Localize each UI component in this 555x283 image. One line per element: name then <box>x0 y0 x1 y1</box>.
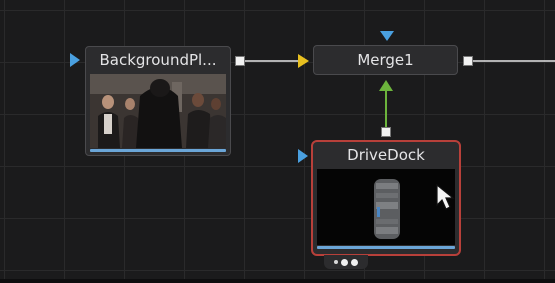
background-output-port[interactable] <box>235 56 245 66</box>
node-drivedock-thumbnail <box>317 169 455 245</box>
node-background-status-stripe <box>90 149 226 152</box>
node-background-title: BackgroundPl... <box>99 51 217 69</box>
node-merge-title: Merge1 <box>357 51 414 69</box>
merge-foreground-input-arrow[interactable] <box>379 80 393 91</box>
node-drivedock-status-stripe <box>317 246 455 249</box>
node-connections <box>245 60 555 127</box>
merge-effect-input-arrow[interactable] <box>380 31 394 41</box>
mouse-pointer-icon <box>436 183 455 210</box>
node-drivedock[interactable]: DriveDock <box>311 140 461 256</box>
node-merge[interactable]: Merge1 <box>313 45 458 75</box>
node-background[interactable]: BackgroundPl... <box>85 46 231 156</box>
background-input-arrow[interactable] <box>70 53 80 67</box>
view-dot-1[interactable] <box>334 260 338 264</box>
node-drivedock-title: DriveDock <box>347 146 425 164</box>
merge-background-input-arrow[interactable] <box>298 54 309 68</box>
drivedock-input-arrow[interactable] <box>298 149 308 163</box>
thumbnail-people-image <box>90 74 226 148</box>
merge-output-port[interactable] <box>463 56 473 66</box>
view-dot-2[interactable] <box>341 258 348 266</box>
drivedock-output-port[interactable] <box>381 127 391 137</box>
node-background-thumbnail <box>90 74 226 148</box>
view-dots-icon[interactable] <box>324 255 368 269</box>
view-dot-3[interactable] <box>351 258 358 266</box>
